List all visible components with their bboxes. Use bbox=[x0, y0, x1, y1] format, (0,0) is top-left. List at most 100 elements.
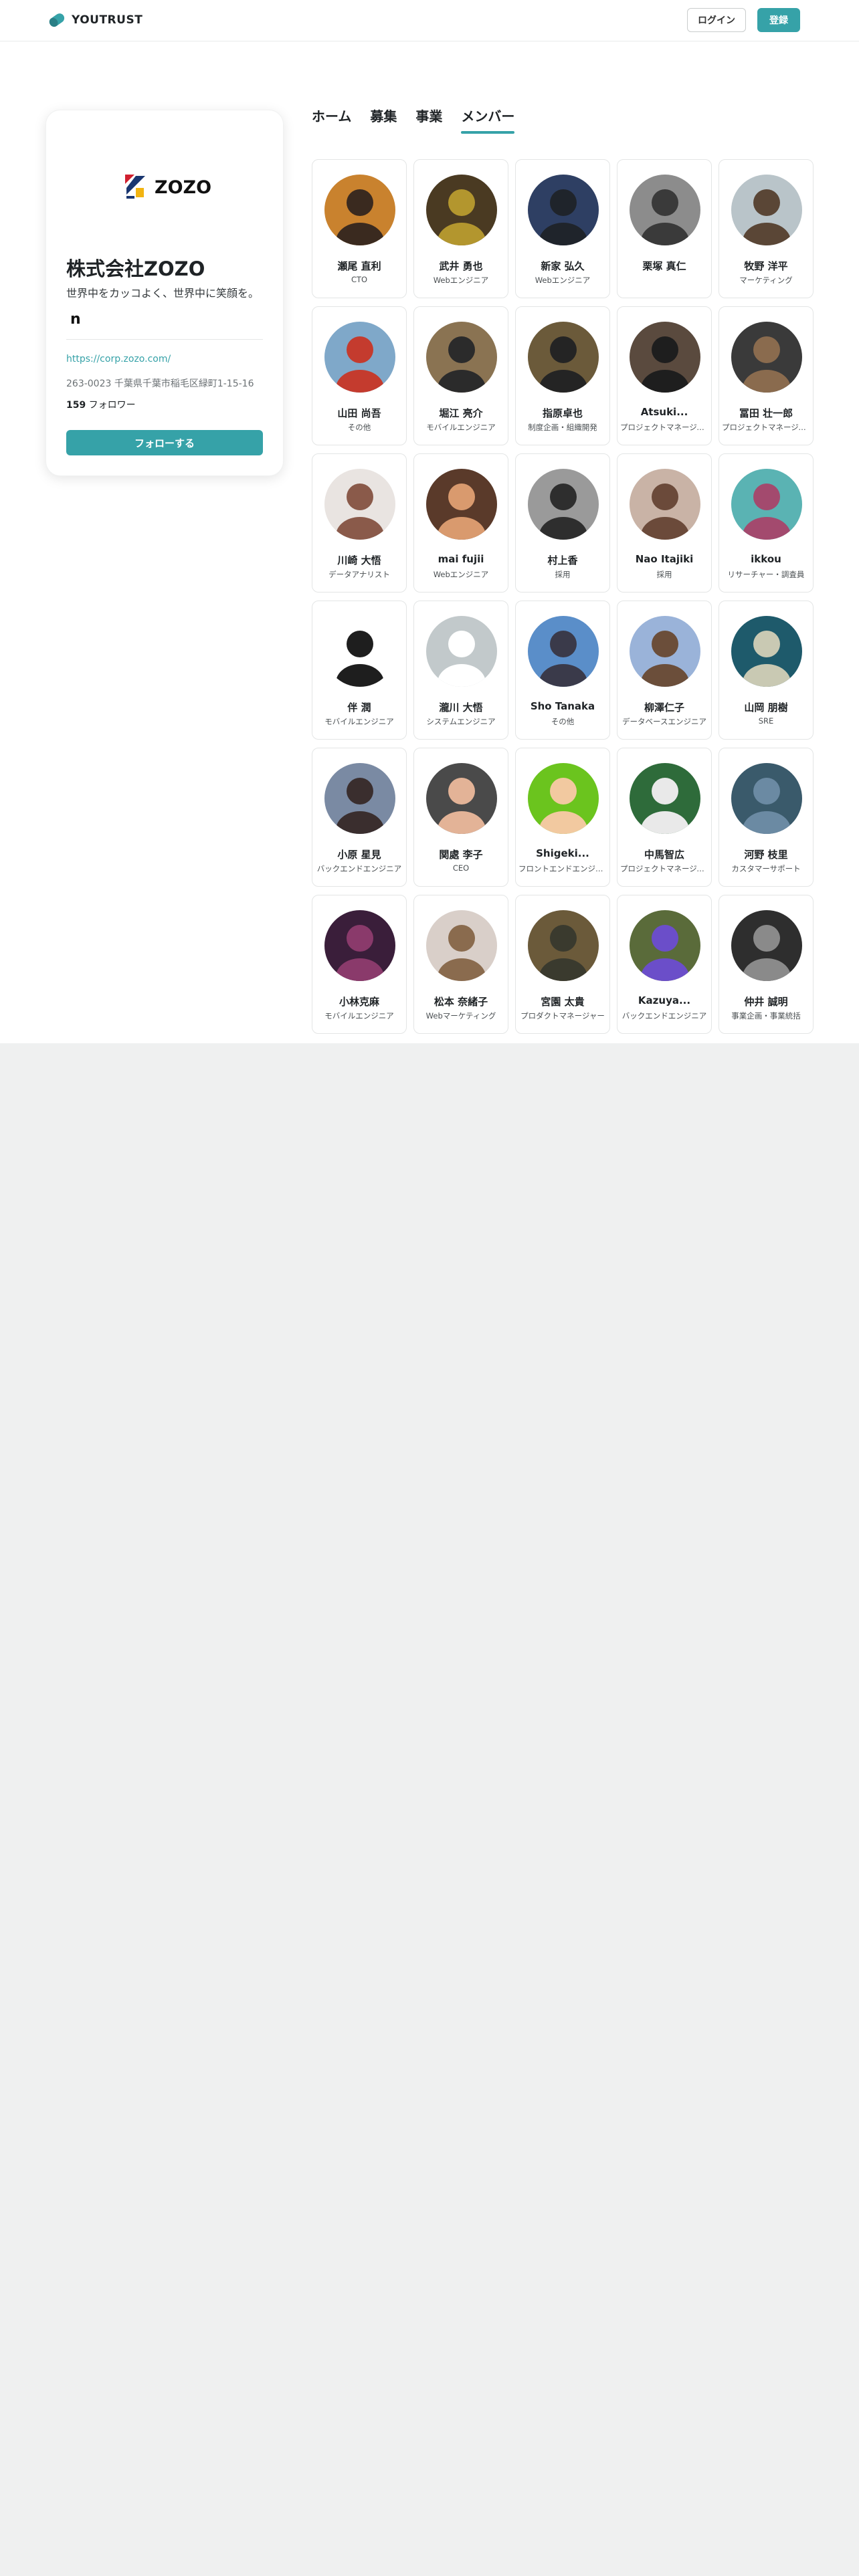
member-avatar-image bbox=[528, 763, 599, 834]
member-card[interactable]: 柳澤仁子 データベースエンジニア bbox=[617, 601, 712, 740]
member-role: カスタマーサポート bbox=[731, 864, 801, 873]
member-card[interactable]: 小原 星見 バックエンドエンジニア bbox=[312, 748, 407, 887]
member-card[interactable]: Atsuki... プロジェクトマネージャー bbox=[617, 306, 712, 445]
tab-business[interactable]: 事業 bbox=[415, 106, 442, 134]
member-card[interactable]: 堀江 亮介 モバイルエンジニア bbox=[413, 306, 508, 445]
member-avatar bbox=[528, 616, 599, 687]
main-content: ZOZO 株式会社ZOZO 世界中をカッコよく、世界中に笑顔を。 n https… bbox=[0, 41, 859, 1043]
company-url-link[interactable]: https://corp.zozo.com/ bbox=[66, 354, 171, 364]
member-card[interactable]: 村上香 採用 bbox=[515, 453, 610, 593]
member-avatar bbox=[731, 910, 802, 981]
member-name: Sho Tanaka bbox=[530, 700, 595, 712]
member-role: プロジェクトマネージャー bbox=[722, 423, 810, 432]
member-card[interactable]: 瀧川 大悟 システムエンジニア bbox=[413, 601, 508, 740]
member-avatar-image bbox=[528, 175, 599, 245]
member-avatar-image bbox=[324, 910, 395, 981]
member-role: 制度企画・組織開発 bbox=[528, 423, 597, 432]
card-divider bbox=[66, 339, 263, 340]
member-avatar bbox=[528, 469, 599, 540]
member-card[interactable]: 牧野 洋平 マーケティング bbox=[719, 159, 814, 298]
member-card[interactable]: 中馬智広 プロジェクトマネージャー bbox=[617, 748, 712, 887]
member-avatar bbox=[426, 175, 497, 245]
member-name: 冨田 壮一郎 bbox=[739, 407, 793, 419]
member-role: データアナリスト bbox=[328, 570, 390, 579]
member-avatar-image bbox=[426, 763, 497, 834]
member-role: マーケティング bbox=[739, 276, 793, 285]
member-avatar-image bbox=[731, 175, 802, 245]
member-role: プロジェクトマネージャー bbox=[620, 864, 708, 873]
member-card[interactable]: 武井 勇也 Webエンジニア bbox=[413, 159, 508, 298]
member-role: モバイルエンジニア bbox=[426, 423, 496, 432]
member-name: ikkou bbox=[751, 553, 781, 565]
member-card[interactable]: 関處 李子 CEO bbox=[413, 748, 508, 887]
member-avatar bbox=[426, 616, 497, 687]
member-name: 指原卓也 bbox=[542, 407, 583, 419]
member-card[interactable]: 伴 潤 モバイルエンジニア bbox=[312, 601, 407, 740]
member-card[interactable]: 冨田 壮一郎 プロジェクトマネージャー bbox=[719, 306, 814, 445]
member-role: Webエンジニア bbox=[535, 276, 591, 285]
member-avatar-image bbox=[630, 616, 700, 687]
member-avatar bbox=[630, 469, 700, 540]
member-name: mai fujii bbox=[438, 553, 484, 565]
member-role: SRE bbox=[758, 716, 774, 726]
login-button[interactable]: ログイン bbox=[687, 8, 746, 32]
member-card[interactable]: 小林克麻 モバイルエンジニア bbox=[312, 895, 407, 1034]
zozo-logo-text: ZOZO bbox=[155, 177, 211, 198]
member-avatar-image bbox=[731, 469, 802, 540]
member-card[interactable]: Sho Tanaka その他 bbox=[515, 601, 610, 740]
member-card[interactable]: Kazuya... バックエンドエンジニア bbox=[617, 895, 712, 1034]
member-avatar-image bbox=[426, 175, 497, 245]
tab-members[interactable]: メンバー bbox=[461, 106, 515, 134]
member-role: Webエンジニア bbox=[433, 276, 489, 285]
member-name: Shigeki... bbox=[536, 847, 589, 859]
member-avatar-image bbox=[630, 763, 700, 834]
member-name: 河野 枝里 bbox=[744, 849, 788, 861]
member-name: 中馬智広 bbox=[644, 849, 684, 861]
tab-recruitment[interactable]: 募集 bbox=[370, 106, 397, 134]
youtrust-logo[interactable]: YOUTRUST bbox=[47, 9, 142, 31]
member-avatar-image bbox=[426, 616, 497, 687]
member-card[interactable]: 仲井 誠明 事業企画・事業統括 bbox=[719, 895, 814, 1034]
member-role: CTO bbox=[351, 275, 368, 284]
member-role: モバイルエンジニア bbox=[324, 1011, 394, 1021]
member-role: Webマーケティング bbox=[425, 1011, 496, 1021]
note-icon[interactable]: n bbox=[70, 311, 81, 328]
company-tabs: ホーム 募集 事業 メンバー bbox=[312, 106, 533, 136]
follow-button[interactable]: フォローする bbox=[66, 430, 263, 455]
member-card[interactable]: 宮園 太貴 プロダクトマネージャー bbox=[515, 895, 610, 1034]
company-address: 263-0023 千葉県千葉市稲毛区緑町1-15-16 bbox=[66, 379, 254, 389]
follower-count-label: フォロワー bbox=[86, 400, 136, 411]
member-name: Nao Itajiki bbox=[635, 553, 694, 565]
member-name: 柳澤仁子 bbox=[644, 702, 684, 714]
member-name: 伴 潤 bbox=[347, 702, 371, 714]
member-card[interactable]: 指原卓也 制度企画・組織開発 bbox=[515, 306, 610, 445]
register-button[interactable]: 登録 bbox=[757, 8, 800, 32]
member-card[interactable]: 河野 枝里 カスタマーサポート bbox=[719, 748, 814, 887]
member-avatar bbox=[731, 616, 802, 687]
member-card[interactable]: 瀬尾 直利 CTO bbox=[312, 159, 407, 298]
member-card[interactable]: Nao Itajiki 採用 bbox=[617, 453, 712, 593]
member-avatar bbox=[528, 175, 599, 245]
member-avatar-image bbox=[426, 469, 497, 540]
member-name: 小原 星見 bbox=[337, 849, 381, 861]
member-avatar bbox=[324, 469, 395, 540]
member-card[interactable]: 新家 弘久 Webエンジニア bbox=[515, 159, 610, 298]
logo-text: YOUTRUST bbox=[72, 13, 143, 27]
member-avatar-image bbox=[528, 322, 599, 393]
member-avatar bbox=[528, 910, 599, 981]
member-card[interactable]: 栗塚 真仁 bbox=[617, 159, 712, 298]
member-name: 武井 勇也 bbox=[439, 260, 483, 272]
member-card[interactable]: Shigeki... フロントエンドエンジニア bbox=[515, 748, 610, 887]
member-card[interactable]: 山田 尚吾 その他 bbox=[312, 306, 407, 445]
member-role: 採用 bbox=[656, 570, 672, 579]
member-role: フロントエンドエンジニア bbox=[518, 864, 607, 873]
member-role: システムエンジニア bbox=[426, 717, 496, 726]
member-role: バックエンドエンジニア bbox=[316, 864, 402, 873]
member-card[interactable]: 川崎 大悟 データアナリスト bbox=[312, 453, 407, 593]
member-avatar bbox=[324, 322, 395, 393]
member-card[interactable]: mai fujii Webエンジニア bbox=[413, 453, 508, 593]
member-card[interactable]: ikkou リサーチャー・調査員 bbox=[719, 453, 814, 593]
tab-home[interactable]: ホーム bbox=[312, 106, 351, 134]
member-card[interactable]: 松本 奈緒子 Webマーケティング bbox=[413, 895, 508, 1034]
member-card[interactable]: 山岡 朋樹 SRE bbox=[719, 601, 814, 740]
